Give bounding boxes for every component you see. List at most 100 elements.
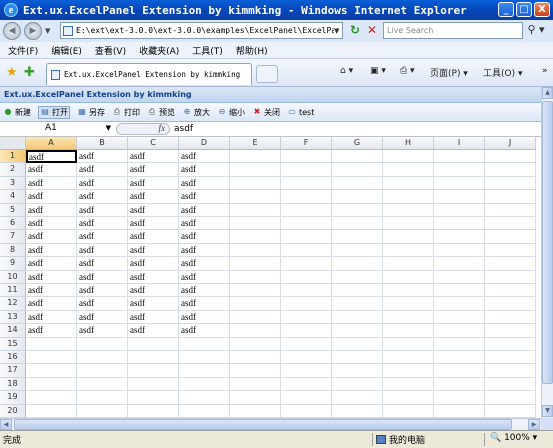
close-window-button[interactable]: X <box>534 2 550 17</box>
grid-cell[interactable] <box>230 324 281 338</box>
grid-cell[interactable] <box>383 270 434 284</box>
grid-cell[interactable] <box>434 203 485 217</box>
grid-cell[interactable] <box>383 324 434 338</box>
grid-cell[interactable] <box>332 404 383 418</box>
grid-cell[interactable] <box>230 391 281 405</box>
grid-cell[interactable] <box>485 163 536 177</box>
grid-cell[interactable] <box>230 404 281 418</box>
formula-function-box[interactable]: fx <box>116 123 170 135</box>
grid-cell[interactable]: asdf <box>77 176 128 191</box>
grid-cell[interactable] <box>230 176 281 191</box>
grid-cell[interactable] <box>332 310 383 325</box>
grid-cell[interactable] <box>383 284 434 298</box>
grid-cell[interactable]: asdf <box>128 297 179 311</box>
grid-cell[interactable]: asdf <box>26 243 77 258</box>
grid-cell[interactable] <box>281 203 332 217</box>
grid-cell[interactable] <box>434 243 485 258</box>
column-header-g[interactable]: G <box>332 137 383 150</box>
grid-cell[interactable] <box>281 377 332 392</box>
grid-cell[interactable] <box>485 310 536 325</box>
grid-cell[interactable]: asdf <box>77 284 128 298</box>
grid-cell[interactable] <box>434 190 485 204</box>
grid-cell[interactable] <box>434 257 485 271</box>
page-menu-button[interactable]: 页面(P) ▾ <box>430 66 468 79</box>
grid-cell[interactable]: asdf <box>77 230 128 244</box>
toolbar-button-new[interactable]: ● 新建 <box>3 107 32 118</box>
grid-cell[interactable] <box>281 243 332 258</box>
grid-cell[interactable] <box>128 337 179 351</box>
grid-cell[interactable]: asdf <box>179 163 230 177</box>
grid-cell[interactable] <box>434 364 485 378</box>
row-header[interactable]: 4 <box>0 190 26 204</box>
feeds-button[interactable]: ▣ ▾ <box>370 66 386 76</box>
horizontal-scroll-thumb[interactable] <box>14 419 512 430</box>
grid-cell[interactable] <box>230 230 281 244</box>
menu-edit[interactable]: 编辑(E) <box>51 44 82 57</box>
grid-cell[interactable]: asdf <box>128 150 179 164</box>
column-header-i[interactable]: I <box>434 137 485 150</box>
grid-cell[interactable]: asdf <box>77 257 128 271</box>
grid-cell[interactable] <box>332 270 383 284</box>
grid-cell[interactable] <box>281 337 332 351</box>
row-header[interactable]: 11 <box>0 284 26 298</box>
grid-cell[interactable] <box>77 337 128 351</box>
scroll-right-icon[interactable]: ▶ <box>528 419 540 430</box>
grid-cell[interactable] <box>434 150 485 164</box>
grid-cell[interactable] <box>485 176 536 191</box>
grid-cell[interactable] <box>230 284 281 298</box>
grid-cell[interactable] <box>230 351 281 365</box>
toolbar-button-open[interactable]: ▤ 打开 <box>38 105 70 119</box>
grid-cell[interactable]: asdf <box>77 203 128 217</box>
search-input[interactable]: Live Search <box>383 22 523 39</box>
grid-cell[interactable] <box>281 391 332 405</box>
grid-cell[interactable]: asdf <box>179 176 230 191</box>
column-header-h[interactable]: H <box>383 137 434 150</box>
grid-cell[interactable] <box>434 163 485 177</box>
grid-cell[interactable] <box>485 217 536 231</box>
grid-cell[interactable] <box>332 203 383 217</box>
scroll-left-icon[interactable]: ◀ <box>0 419 12 430</box>
scroll-down-icon[interactable]: ▼ <box>542 405 553 417</box>
grid-cell[interactable] <box>434 391 485 405</box>
grid-cell[interactable] <box>383 297 434 311</box>
formula-value[interactable]: asdf <box>174 124 193 134</box>
grid-cell[interactable] <box>332 377 383 392</box>
address-field[interactable]: E:\ext\ext-3.0.0\ext-3.0.0\examples\Exce… <box>60 22 343 39</box>
grid-cell[interactable]: asdf <box>26 270 77 284</box>
toolbar-button-zoom-in[interactable]: ⊕ 放大 <box>182 107 210 118</box>
row-header[interactable]: 18 <box>0 377 26 392</box>
grid-cell[interactable] <box>383 404 434 418</box>
grid-cell[interactable] <box>128 391 179 405</box>
grid-cell[interactable] <box>332 176 383 191</box>
grid-cell[interactable] <box>383 391 434 405</box>
toolbar-button-print[interactable]: ⎙ 打印 <box>112 107 140 118</box>
grid-cell[interactable]: asdf <box>128 310 179 325</box>
grid-cell[interactable]: asdf <box>26 230 77 244</box>
grid-cell[interactable] <box>230 337 281 351</box>
grid-cell[interactable] <box>77 404 128 418</box>
grid-cell[interactable]: asdf <box>26 297 77 311</box>
grid-cell[interactable] <box>434 176 485 191</box>
menu-tools[interactable]: 工具(T) <box>192 44 223 57</box>
row-header[interactable]: 6 <box>0 217 26 231</box>
grid-cell[interactable] <box>383 257 434 271</box>
grid-cell[interactable]: asdf <box>179 270 230 284</box>
column-header-j[interactable]: J <box>485 137 536 150</box>
grid-cell[interactable]: asdf <box>77 190 128 204</box>
favorites-star-icon[interactable]: ★ <box>6 65 18 80</box>
grid-cell[interactable] <box>281 190 332 204</box>
grid-cell[interactable] <box>281 163 332 177</box>
grid-cell[interactable] <box>230 150 281 164</box>
grid-cell[interactable] <box>332 351 383 365</box>
grid-cell[interactable] <box>179 351 230 365</box>
grid-cell[interactable] <box>26 337 77 351</box>
row-header[interactable]: 19 <box>0 391 26 405</box>
grid-cell[interactable] <box>434 324 485 338</box>
row-header[interactable]: 13 <box>0 310 26 325</box>
scroll-up-icon[interactable]: ▲ <box>542 87 553 99</box>
row-header[interactable]: 16 <box>0 351 26 365</box>
grid-cell[interactable] <box>434 284 485 298</box>
grid-cell[interactable] <box>332 163 383 177</box>
grid-cell[interactable] <box>26 377 77 392</box>
grid-cell[interactable] <box>26 404 77 418</box>
